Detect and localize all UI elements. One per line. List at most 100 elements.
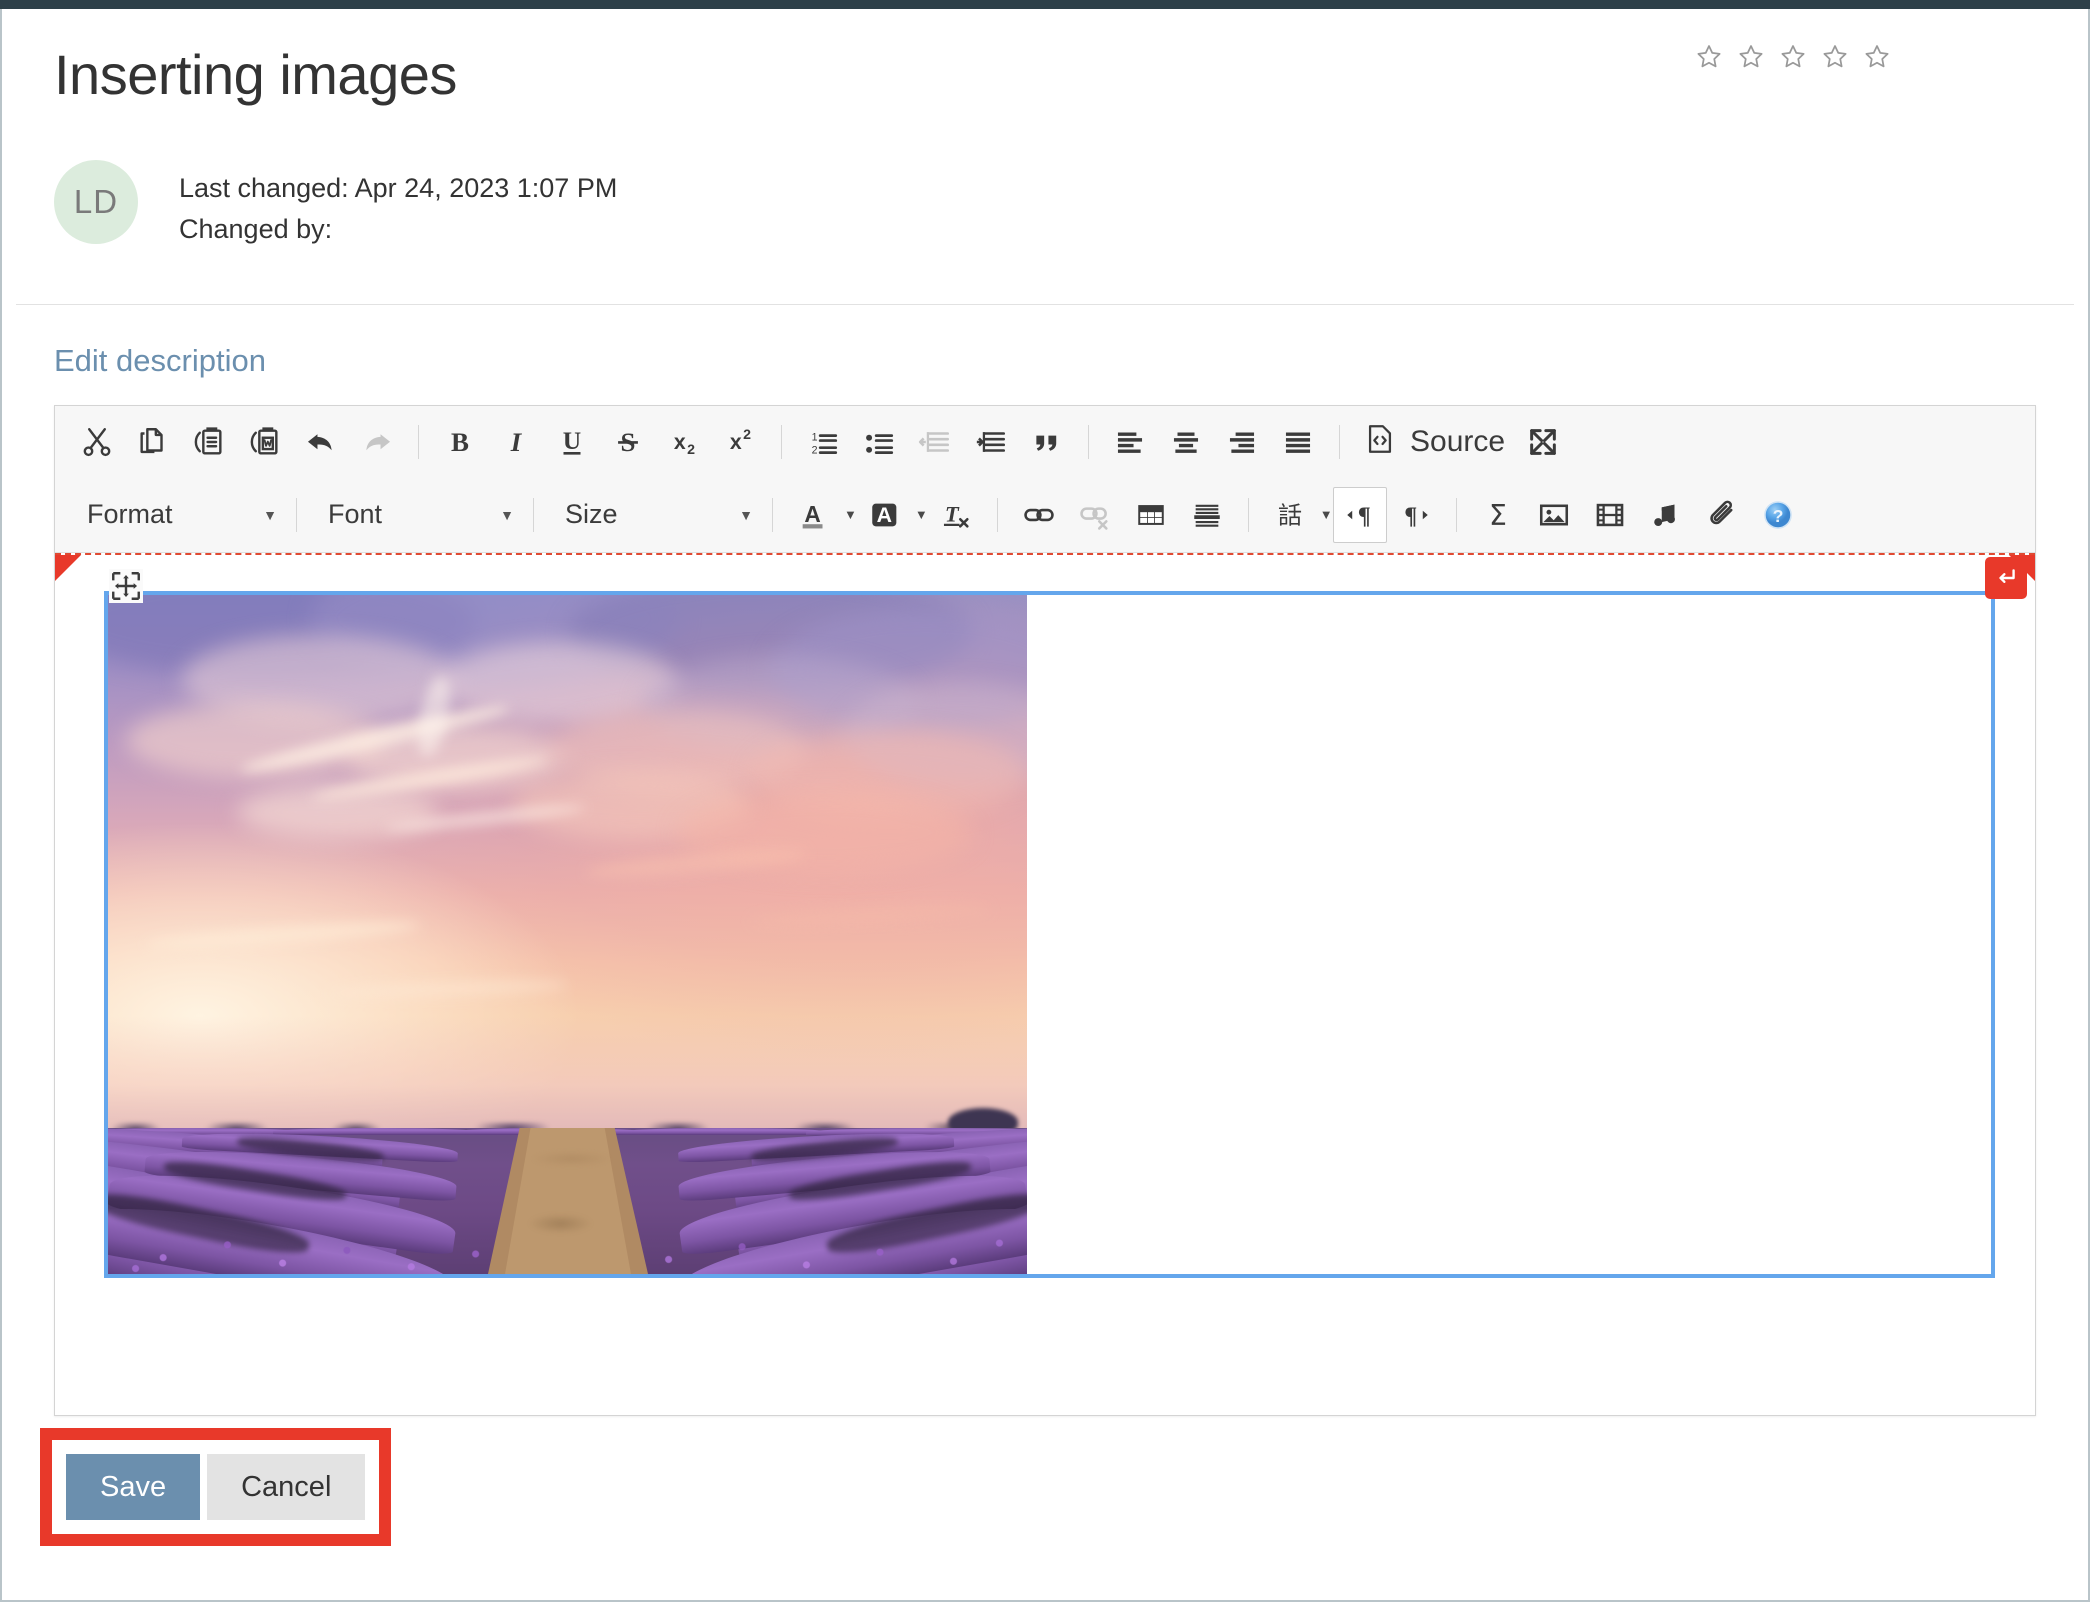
text-direction-rtl-icon[interactable]: ¶: [1387, 489, 1443, 541]
svg-text:I: I: [510, 427, 523, 457]
save-button[interactable]: Save: [66, 1453, 201, 1520]
text-color-control[interactable]: A ▼: [786, 489, 857, 541]
svg-text:U: U: [563, 426, 581, 455]
rich-text-editor: B I U S x2 x2 1 2 Source Format ▼ Font ▼…: [54, 404, 2036, 1416]
font-dropdown-label: Font: [328, 499, 383, 530]
svg-text:¶: ¶: [1404, 503, 1417, 529]
star-icon-1[interactable]: [1694, 42, 1724, 72]
toolbar-separator: [418, 424, 419, 459]
help-icon[interactable]: ?: [1750, 489, 1806, 541]
star-icon-4[interactable]: [1820, 42, 1850, 72]
paste-icon[interactable]: [181, 416, 237, 468]
text-color-icon[interactable]: A: [786, 489, 842, 541]
star-icon-2[interactable]: [1736, 42, 1766, 72]
svg-text:話: 話: [1278, 501, 1302, 529]
editor-content-area[interactable]: [55, 552, 2035, 1415]
svg-text:A: A: [804, 501, 820, 527]
editor-section: Edit description B I U S x 2 x 2 1 2 Sou…: [2, 305, 2088, 1416]
toolbar-separator: [772, 497, 773, 532]
svg-text:B: B: [451, 427, 469, 457]
cancel-button[interactable]: Cancel: [207, 1453, 366, 1520]
form-actions: Save Cancel: [2, 1427, 392, 1600]
size-dropdown[interactable]: Size ▼: [547, 489, 759, 541]
source-button[interactable]: Source: [1353, 416, 1515, 468]
source-code-icon: [1363, 422, 1397, 461]
star-icon-5[interactable]: [1862, 42, 1892, 72]
cut-icon[interactable]: [69, 416, 125, 468]
increase-indent-icon[interactable]: [963, 416, 1019, 468]
insert-audio-icon[interactable]: [1638, 489, 1694, 541]
blockquote-icon[interactable]: [1019, 416, 1075, 468]
numbered-list-icon[interactable]: 12: [795, 416, 851, 468]
chevron-down-icon: ▼: [844, 507, 857, 523]
paste-from-word-icon[interactable]: [237, 416, 293, 468]
toolbar-separator: [533, 497, 534, 532]
justify-icon[interactable]: [1270, 416, 1326, 468]
chevron-down-icon: ▼: [914, 507, 928, 523]
svg-text:2: 2: [743, 427, 751, 443]
maximize-icon[interactable]: [1515, 416, 1571, 468]
language-control[interactable]: 話 ▼: [1262, 489, 1333, 541]
svg-text:¶: ¶: [1357, 503, 1370, 529]
align-left-icon[interactable]: [1102, 416, 1158, 468]
svg-text:?: ?: [1772, 506, 1783, 526]
decrease-indent-icon[interactable]: [907, 416, 963, 468]
background-color-control[interactable]: A ▼: [857, 489, 928, 541]
toolbar-separator: [296, 497, 297, 532]
font-dropdown[interactable]: Font ▼: [310, 489, 520, 541]
background-color-icon[interactable]: A: [857, 489, 913, 541]
bulleted-list-icon[interactable]: [851, 416, 907, 468]
text-direction-ltr-icon[interactable]: ¶: [1332, 486, 1387, 543]
button-row: Save Cancel: [66, 1453, 366, 1520]
star-icon-3[interactable]: [1778, 42, 1808, 72]
format-dropdown[interactable]: Format ▼: [69, 489, 283, 541]
link-icon[interactable]: [1011, 489, 1067, 541]
align-center-icon[interactable]: [1158, 416, 1214, 468]
attachment-icon[interactable]: [1694, 489, 1750, 541]
move-handle-icon[interactable]: [109, 568, 143, 603]
subscript-icon[interactable]: x2: [656, 416, 712, 468]
math-icon[interactable]: Σ: [1470, 489, 1526, 541]
size-dropdown-label: Size: [565, 499, 618, 530]
superscript-icon[interactable]: x2: [712, 416, 768, 468]
inserted-image[interactable]: [108, 594, 1027, 1274]
image-selection-box[interactable]: [104, 590, 1995, 1278]
svg-text:T: T: [945, 501, 960, 526]
cancel-holder: Cancel: [207, 1453, 366, 1520]
svg-text:Σ: Σ: [1489, 499, 1507, 532]
image-foreground-flowers: [108, 1183, 1027, 1274]
insert-video-icon[interactable]: [1582, 489, 1638, 541]
svg-text:2: 2: [687, 442, 695, 458]
toolbar-separator: [1339, 424, 1340, 459]
image-lavender-field: [108, 1127, 1027, 1274]
copy-icon[interactable]: [125, 416, 181, 468]
avatar: LD: [54, 159, 138, 244]
enter-return-icon[interactable]: [1985, 556, 2027, 599]
redo-icon[interactable]: [349, 416, 405, 468]
language-icon[interactable]: 話: [1262, 489, 1318, 541]
unlink-icon[interactable]: [1067, 489, 1123, 541]
strikethrough-icon[interactable]: S: [600, 416, 656, 468]
underline-icon[interactable]: U: [544, 416, 600, 468]
table-icon[interactable]: [1123, 489, 1179, 541]
horizontal-rule-icon[interactable]: [1179, 489, 1235, 541]
svg-text:2: 2: [812, 444, 818, 456]
remove-format-icon[interactable]: T: [928, 489, 984, 541]
star-rating[interactable]: [1694, 42, 1892, 72]
chevron-down-icon: ▼: [263, 506, 277, 523]
svg-text:x: x: [730, 430, 742, 454]
insert-image-icon[interactable]: [1526, 489, 1582, 541]
italic-icon[interactable]: I: [488, 416, 544, 468]
toolbar-row-2: Format ▼ Font ▼ Size ▼ A ▼ A ▼ T 話 ▼ ¶ ¶…: [55, 478, 2035, 552]
source-button-label: Source: [1410, 424, 1506, 458]
metadata-row: LD Last changed: Apr 24, 2023 1:07 PM Ch…: [54, 159, 2036, 304]
chevron-down-icon: ▼: [500, 506, 514, 523]
chevron-down-icon: ▼: [739, 506, 753, 523]
undo-icon[interactable]: [293, 416, 349, 468]
align-right-icon[interactable]: [1214, 416, 1270, 468]
svg-text:1: 1: [812, 431, 818, 443]
last-changed-label: Last changed: Apr 24, 2023 1:07 PM: [179, 172, 618, 203]
chevron-down-icon: ▼: [1319, 507, 1333, 523]
bold-icon[interactable]: B: [432, 416, 488, 468]
toolbar-separator: [1455, 497, 1457, 532]
